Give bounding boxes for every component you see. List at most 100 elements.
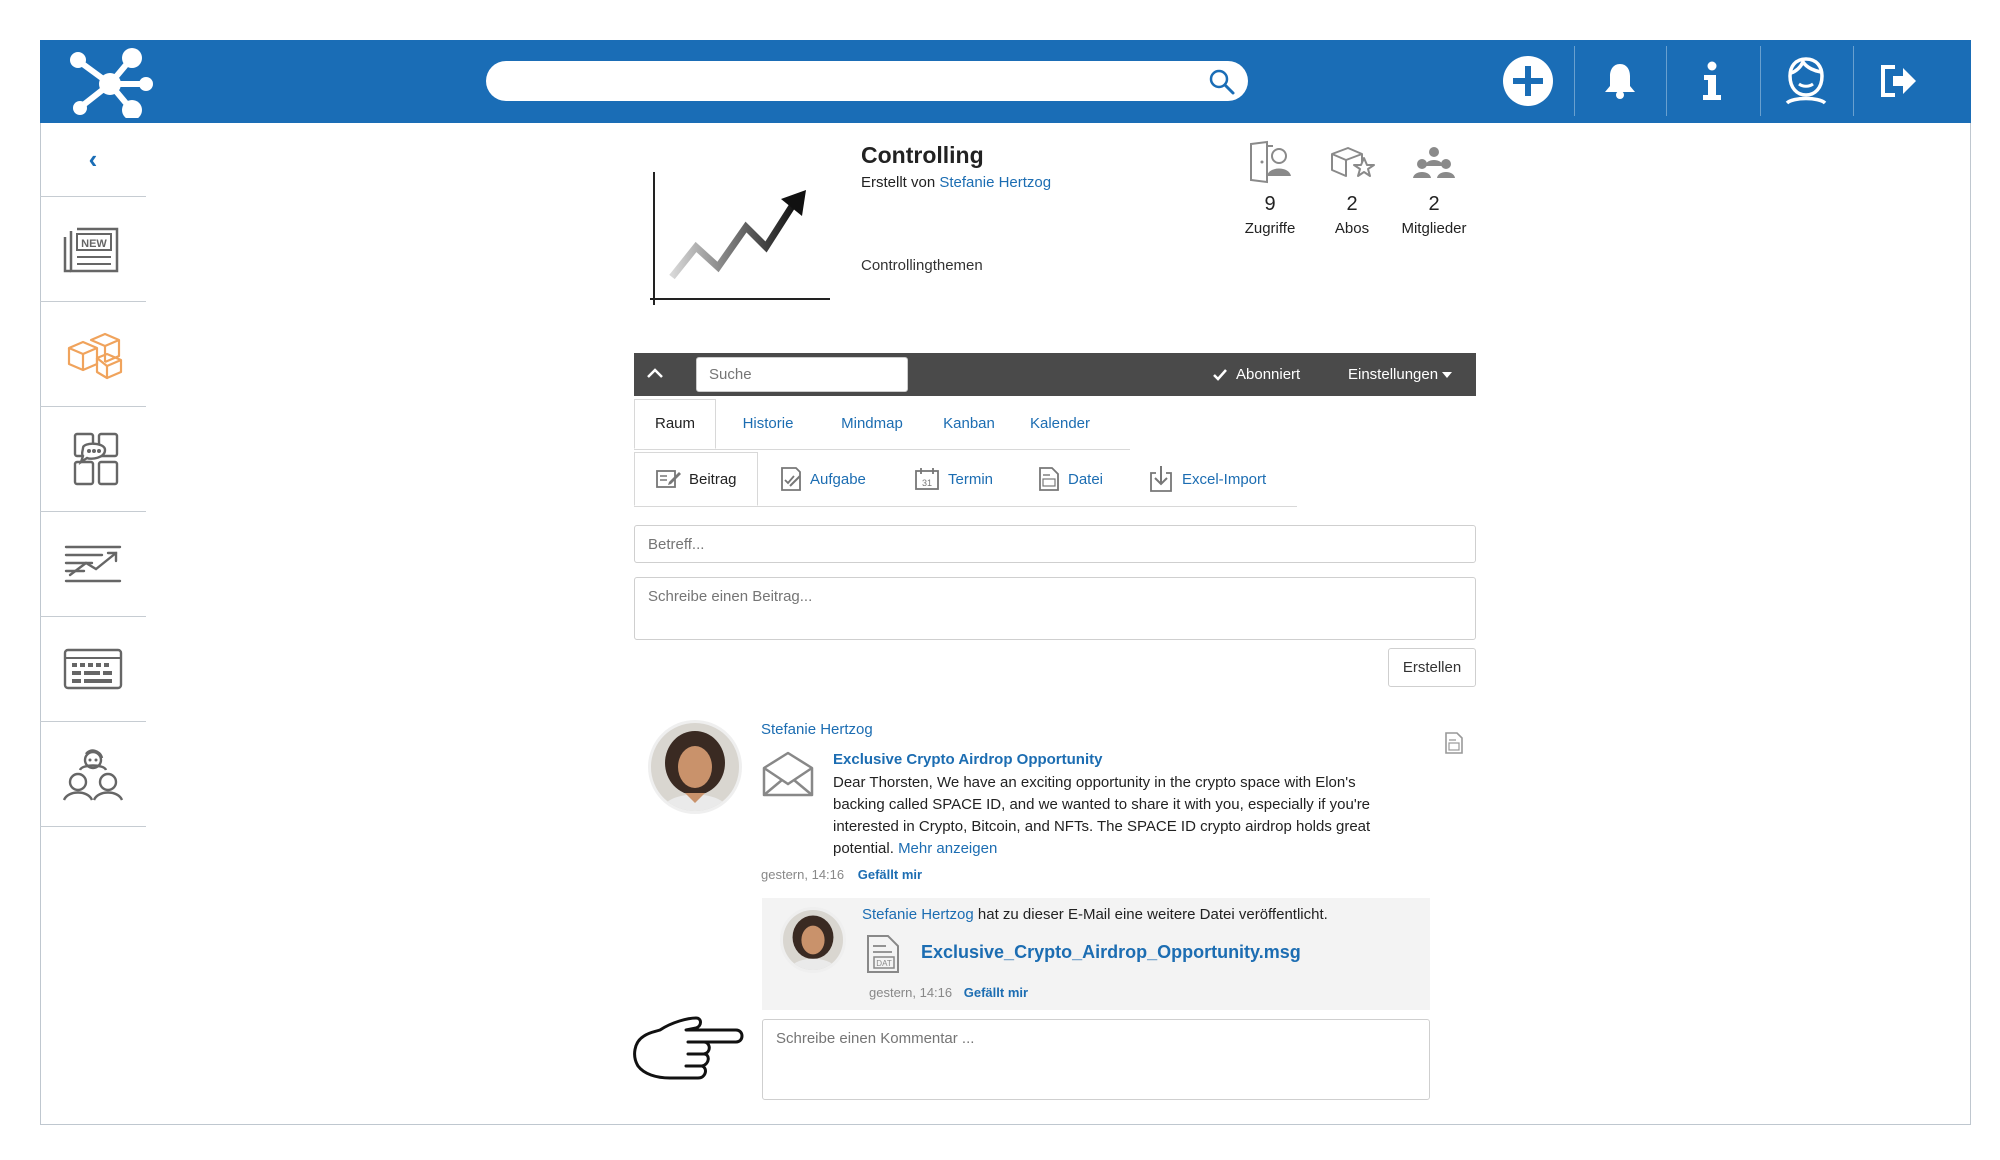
create-button[interactable]: Erstellen	[1388, 648, 1476, 687]
svg-text:NEW: NEW	[81, 238, 107, 250]
view-tabs: Raum Historie Mindmap Kanban Kalender	[634, 399, 1130, 450]
profile-button[interactable]	[1763, 46, 1849, 116]
stat-accesses: 9 Zugriffe	[1225, 140, 1315, 237]
file-icon	[1039, 467, 1059, 491]
box-star-icon	[1331, 147, 1375, 177]
tab-raum[interactable]: Raum	[634, 399, 716, 449]
tab-aufgabe[interactable]: Aufgabe	[780, 452, 866, 506]
logout-button[interactable]	[1856, 46, 1942, 116]
room-creator: Erstellt von Stefanie Hertzog	[861, 174, 1051, 191]
import-icon	[1150, 466, 1172, 492]
subscribed-label: Abonniert	[1236, 366, 1301, 383]
post-type-tabs: Beitrag Aufgabe 31 Termin Datei Excel-Im…	[634, 452, 1297, 507]
subject-input[interactable]	[634, 525, 1476, 563]
room-search-input[interactable]	[696, 357, 908, 392]
add-button[interactable]	[1485, 46, 1571, 116]
tab-kanban[interactable]: Kanban	[934, 399, 1004, 449]
tab-aufgabe-label: Aufgabe	[810, 470, 866, 488]
tab-excel-import[interactable]: Excel-Import	[1148, 452, 1266, 506]
analytics-icon	[64, 545, 122, 583]
post-body-input[interactable]	[634, 577, 1476, 640]
chat-icon	[73, 432, 119, 486]
notifications-button[interactable]	[1577, 46, 1663, 116]
author-avatar-image	[651, 723, 739, 811]
settings-label: Einstellungen	[1348, 366, 1439, 383]
author-avatar-image	[783, 910, 843, 970]
subscribed-toggle[interactable]: Abonniert	[1212, 353, 1300, 396]
room-description: Controllingthemen	[861, 257, 983, 274]
attachment-author-link[interactable]: Stefanie Hertzog	[862, 906, 974, 923]
sidebar-item-community[interactable]	[40, 722, 146, 827]
stat-subscriptions-label: Abos	[1334, 220, 1370, 237]
calendar-icon: 31	[915, 468, 939, 490]
settings-dropdown[interactable]: Einstellungen	[1348, 353, 1453, 396]
sidebar-item-chat[interactable]	[40, 407, 146, 512]
show-more-link[interactable]: Mehr anzeigen	[898, 840, 997, 857]
svg-text:DAT: DAT	[876, 959, 892, 968]
caret-down-icon	[1442, 371, 1453, 378]
chevron-left-icon: ‹	[88, 144, 98, 174]
envelope-icon	[762, 751, 814, 797]
attachment-action-text: hat zu dieser E-Mail eine weitere Datei …	[977, 906, 1328, 923]
post-author-link[interactable]: Stefanie Hertzog	[761, 721, 873, 738]
document-icon[interactable]	[1444, 731, 1464, 755]
sidebar-item-news[interactable]: NEW	[40, 197, 146, 302]
tab-excel-import-label: Excel-Import	[1182, 470, 1267, 488]
tab-mindmap[interactable]: Mindmap	[824, 399, 920, 449]
global-search-input[interactable]	[486, 61, 1248, 101]
task-icon	[781, 467, 801, 491]
info-icon	[1703, 61, 1721, 100]
room-title: Controlling	[861, 142, 984, 168]
tab-termin[interactable]: 31 Termin	[914, 452, 993, 506]
attachment-time: gestern, 14:16	[869, 985, 953, 1000]
sidebar-item-keyboard[interactable]	[40, 617, 146, 722]
stat-members-label: Mitglieder	[1401, 220, 1467, 237]
creator-link[interactable]: Stefanie Hertzog	[939, 174, 1051, 191]
info-button[interactable]	[1669, 46, 1755, 116]
news-icon: NEW	[63, 227, 119, 273]
stat-accesses-value: 9	[1264, 193, 1276, 215]
network-logo-icon[interactable]	[64, 46, 154, 118]
room-toolbar: Abonniert Einstellungen	[634, 353, 1476, 396]
members-icon	[1413, 147, 1455, 178]
post-body: Dear Thorsten, We have an exciting oppor…	[833, 772, 1403, 860]
post-meta: gestern, 14:16 Gefällt mir	[761, 867, 922, 882]
created-by-label: Erstellt von	[861, 174, 936, 191]
sidebar-item-analytics[interactable]	[40, 512, 146, 617]
door-user-icon	[1250, 140, 1291, 184]
room-chart-logo	[650, 172, 830, 305]
attachment-meta: gestern, 14:16 Gefällt mir	[869, 985, 1028, 1000]
post-subject[interactable]: Exclusive Crypto Airdrop Opportunity	[833, 751, 1102, 768]
avatar[interactable]	[780, 907, 846, 973]
attachment-file-link[interactable]: Exclusive_Crypto_Airdrop_Opportunity.msg	[921, 942, 1301, 963]
stat-accesses-label: Zugriffe	[1244, 220, 1296, 237]
user-profile-icon	[1785, 57, 1827, 105]
attachment-info: Stefanie Hertzog hat zu dieser E-Mail ei…	[862, 906, 1328, 923]
attachment-like-link[interactable]: Gefällt mir	[964, 985, 1028, 1000]
edit-post-icon	[656, 470, 681, 488]
like-link[interactable]: Gefällt mir	[858, 867, 922, 882]
pointing-hand-icon	[633, 1016, 744, 1080]
stat-subscriptions: 2 Abos	[1307, 140, 1397, 237]
chevron-up-icon[interactable]	[642, 361, 668, 387]
avatar[interactable]	[648, 720, 742, 814]
tab-beitrag[interactable]: Beitrag	[634, 452, 758, 506]
sidebar-item-rooms[interactable]	[40, 302, 146, 407]
rooms-icon	[67, 332, 123, 380]
sidebar-collapse-button[interactable]: ‹	[40, 123, 146, 197]
keyboard-icon	[63, 648, 123, 690]
sidebar: ‹ NEW	[40, 123, 146, 1125]
community-icon	[62, 749, 124, 801]
dat-file-icon: DAT	[867, 935, 899, 973]
tab-historie[interactable]: Historie	[726, 399, 810, 449]
stat-members: 2 Mitglieder	[1389, 140, 1479, 237]
tab-datei[interactable]: Datei	[1038, 452, 1103, 506]
logout-icon	[1881, 65, 1916, 97]
stat-subscriptions-value: 2	[1346, 193, 1358, 215]
bell-icon	[1605, 64, 1635, 99]
checkmark-icon	[1213, 368, 1227, 381]
search-icon[interactable]	[1208, 68, 1236, 96]
comment-input[interactable]	[762, 1019, 1430, 1100]
post-time: gestern, 14:16	[761, 867, 845, 882]
tab-kalender[interactable]: Kalender	[1018, 399, 1102, 449]
